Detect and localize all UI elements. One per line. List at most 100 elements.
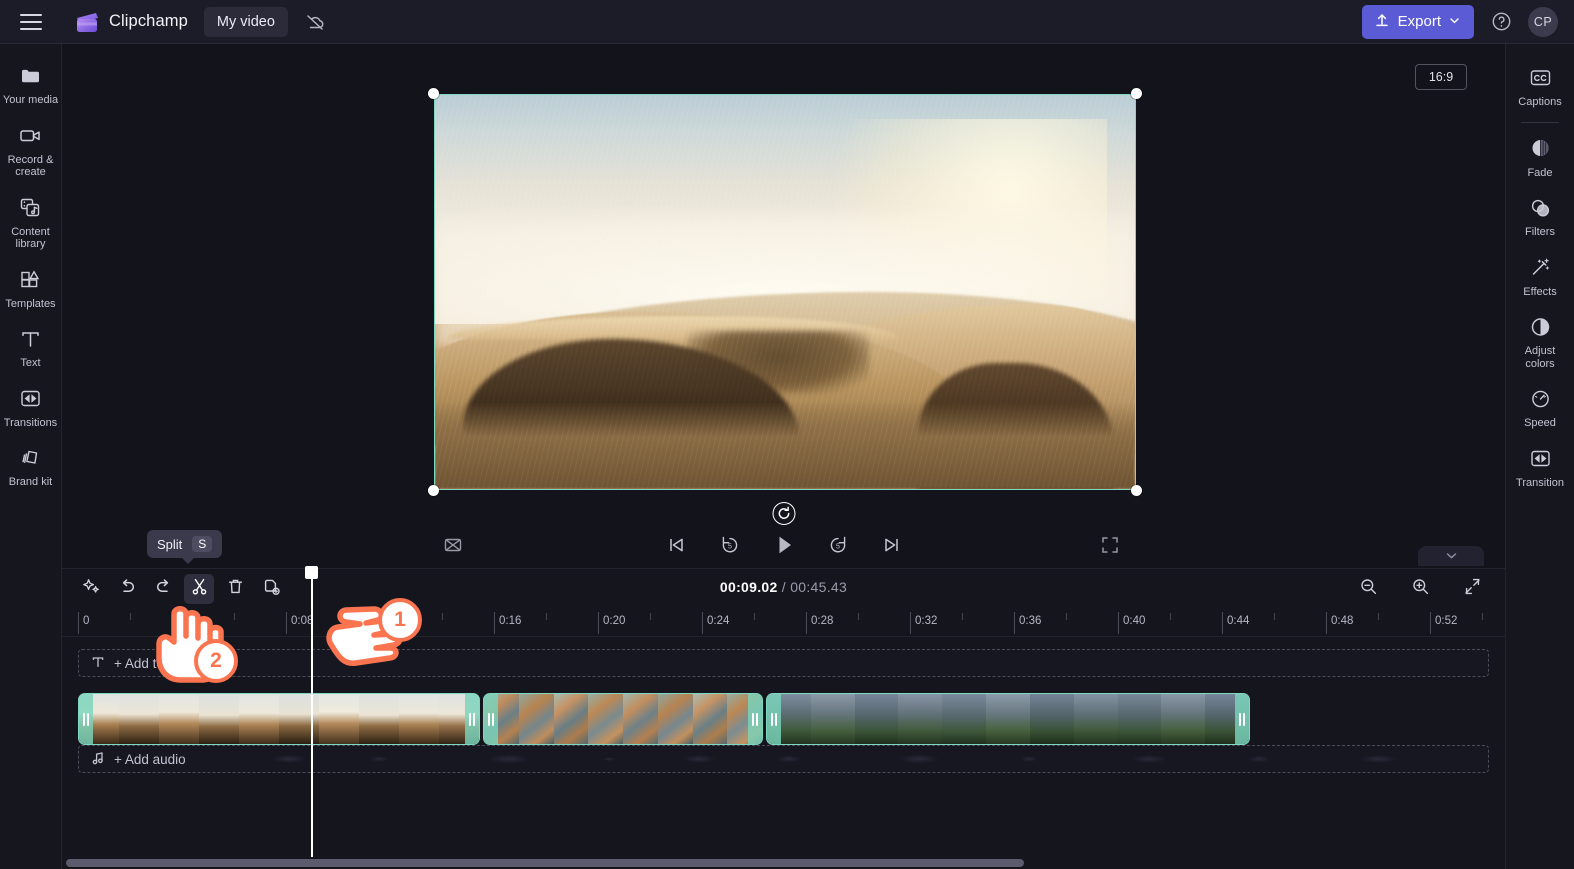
sidebar-label: Fade <box>1527 166 1553 179</box>
sidebar-item-speed[interactable]: Speed <box>1506 377 1574 437</box>
ruler-tick <box>962 613 963 620</box>
content-library-icon <box>18 195 43 221</box>
cloud-off-icon[interactable] <box>302 9 328 35</box>
ruler-tick <box>858 613 859 620</box>
ruler-tick <box>702 612 703 634</box>
timeline-playhead[interactable] <box>305 566 318 857</box>
sidebar-item-filters[interactable]: Filters <box>1506 186 1574 246</box>
ruler-label: 0:20 <box>603 615 626 627</box>
delete-button[interactable] <box>220 574 250 604</box>
trash-icon <box>226 577 245 601</box>
right-sidebar: Captions Fade Filters Effects Adjust col… <box>1505 44 1574 869</box>
sidebar-label: Text <box>20 357 41 369</box>
brand: Clipchamp <box>74 10 188 34</box>
left-sidebar: Your media Record & create Content libra… <box>0 44 62 869</box>
ai-magic-button[interactable] <box>76 574 106 604</box>
fit-to-screen-button[interactable] <box>1457 574 1487 604</box>
sidebar-item-fade[interactable]: Fade <box>1506 127 1574 187</box>
sidebar-label: Speed <box>1524 417 1556 429</box>
sidebar-item-record-create[interactable]: Record & create <box>0 114 62 186</box>
forward-5-icon[interactable]: 5 <box>823 530 853 560</box>
avatar[interactable]: CP <box>1528 6 1558 37</box>
clip-trim-handle-left[interactable] <box>767 694 781 744</box>
sidebar-label: Templates <box>5 297 56 310</box>
play-icon[interactable] <box>769 530 799 560</box>
add-audio-label: + Add audio <box>114 751 186 767</box>
resize-handle-bottom-right[interactable] <box>1131 485 1142 496</box>
speed-gauge-icon <box>1528 386 1553 412</box>
resize-handle-top-left[interactable] <box>428 88 439 99</box>
sidebar-item-adjust-colors[interactable]: Adjust colors <box>1506 305 1574 377</box>
split-button[interactable] <box>184 574 214 604</box>
clip-trim-handle-right[interactable] <box>465 694 479 744</box>
ruler-tick <box>1430 612 1431 634</box>
zoom-out-button[interactable] <box>1353 574 1383 604</box>
duplicate-button[interactable] <box>256 574 286 604</box>
redo-button[interactable] <box>148 574 178 604</box>
clip-trim-handle-left[interactable] <box>484 694 498 744</box>
ruler-label: 0:40 <box>1123 615 1146 627</box>
clip-thumbnail-strip <box>79 694 479 744</box>
project-name-label: My video <box>216 13 275 30</box>
ruler-label: 0:32 <box>915 615 938 627</box>
horizontal-scrollbar-thumb[interactable] <box>66 859 1024 867</box>
clipchamp-logo-icon <box>74 10 100 34</box>
ruler-tick <box>650 613 651 620</box>
zoom-in-button[interactable] <box>1405 574 1435 604</box>
sidebar-divider <box>1521 121 1559 123</box>
video-preview[interactable] <box>428 88 1142 496</box>
templates-grid-icon <box>18 267 43 293</box>
resize-handle-bottom-left[interactable] <box>428 485 439 496</box>
sidebar-label: Filters <box>1525 226 1555 238</box>
hamburger-icon[interactable] <box>16 11 46 33</box>
adjust-colors-icon <box>1528 314 1553 340</box>
tooltip-label: Split <box>157 536 183 552</box>
sidebar-label: Record & create <box>7 153 54 179</box>
clip-trim-handle-right[interactable] <box>1235 694 1249 744</box>
export-button[interactable]: Export <box>1361 4 1474 39</box>
ruler-label: 0 <box>83 615 90 627</box>
ruler-tick <box>1014 612 1015 634</box>
timeline-clip-valley[interactable] <box>766 693 1250 745</box>
sidebar-item-transitions[interactable]: Transitions <box>0 377 62 437</box>
sidebar-item-text[interactable]: Text <box>0 317 62 377</box>
sidebar-item-your-media[interactable]: Your media <box>0 54 62 114</box>
timeline-clip-desert[interactable] <box>78 693 480 745</box>
timeline-collapse-toggle[interactable] <box>1418 546 1484 566</box>
clip-trim-handle-right[interactable] <box>748 694 762 744</box>
timeline-clip-canyon[interactable] <box>483 693 763 745</box>
ruler-tick <box>754 613 755 620</box>
ruler-tick <box>598 612 599 634</box>
project-name-field[interactable]: My video <box>203 6 288 37</box>
sidebar-item-transition[interactable]: Transition <box>1506 437 1574 497</box>
timeline-ruler[interactable]: 0 0:08 0:16 0:20 0:24 0:28 0:32 0:36 0:40 0:44 0:4… <box>62 609 1505 637</box>
top-bar: Clipchamp My video Export CP <box>0 0 1574 44</box>
sidebar-item-templates[interactable]: Templates <box>0 258 62 318</box>
playhead-handle[interactable] <box>305 566 318 579</box>
ruler-tick <box>1066 613 1067 620</box>
preview-stage: 16:9 5 5 <box>62 44 1505 560</box>
sidebar-label: Content library <box>11 225 50 251</box>
skip-start-icon[interactable] <box>661 530 691 560</box>
add-text-track[interactable]: + Add text <box>78 649 1489 677</box>
clip-trim-handle-left[interactable] <box>79 694 93 744</box>
ruler-label: 0:48 <box>1331 615 1354 627</box>
ruler-tick <box>130 613 131 620</box>
sidebar-item-content-library[interactable]: Content library <box>0 186 62 258</box>
horizontal-scrollbar-track[interactable] <box>62 857 1505 869</box>
sidebar-item-effects[interactable]: Effects <box>1506 246 1574 306</box>
aspect-ratio-badge[interactable]: 16:9 <box>1415 64 1467 90</box>
transition-icon <box>1528 446 1553 472</box>
clipchamp-editor: Clipchamp My video Export CP Your media … <box>0 0 1574 869</box>
undo-button[interactable] <box>112 574 142 604</box>
resize-handle-top-right[interactable] <box>1131 88 1142 99</box>
total-time: 00:45.43 <box>790 579 848 595</box>
chevron-down-icon <box>1449 13 1460 30</box>
fullscreen-icon[interactable] <box>1095 530 1125 560</box>
rewind-5-icon[interactable]: 5 <box>715 530 745 560</box>
help-circle-icon[interactable] <box>1488 9 1514 35</box>
sidebar-item-brand-kit[interactable]: Brand kit <box>0 436 62 496</box>
skip-end-icon[interactable] <box>877 530 907 560</box>
sidebar-item-captions[interactable]: Captions <box>1506 56 1574 116</box>
add-audio-track[interactable]: + Add audio <box>78 745 1489 773</box>
